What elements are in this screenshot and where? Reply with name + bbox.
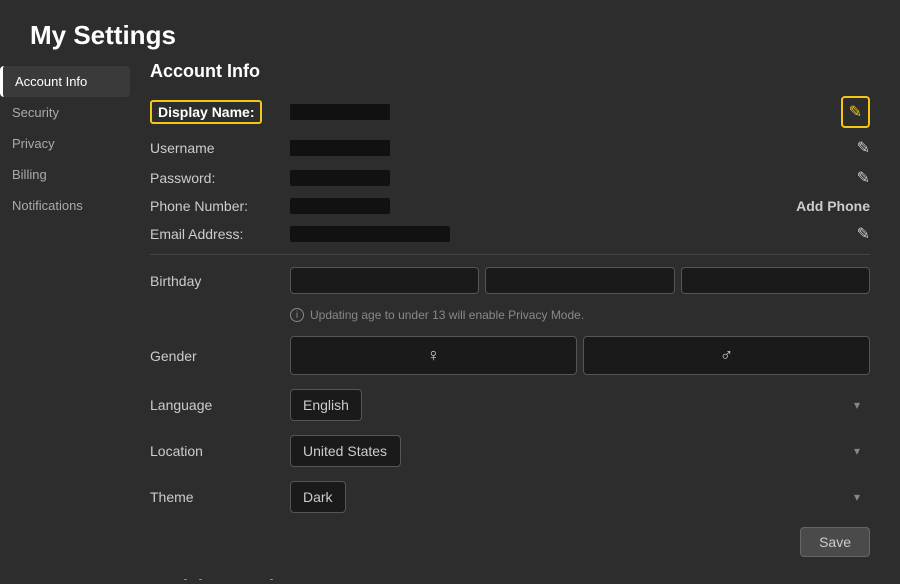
email-row: Email Address: ✎ (150, 224, 870, 244)
save-button[interactable]: Save (800, 527, 870, 557)
theme-dropdown-wrapper: Dark (290, 481, 870, 513)
birthday-day-select[interactable] (485, 267, 674, 294)
language-row: Language English (150, 389, 870, 421)
password-edit-icon[interactable]: ✎ (857, 168, 870, 188)
sidebar-item-notifications[interactable]: Notifications (0, 190, 130, 221)
gender-label: Gender (150, 348, 290, 364)
username-label: Username (150, 140, 290, 156)
username-value (290, 140, 390, 156)
email-value (290, 226, 450, 242)
birthday-month-select[interactable] (290, 267, 479, 294)
sidebar-item-account-info[interactable]: Account Info (0, 66, 130, 97)
phone-label: Phone Number: (150, 198, 290, 214)
privacy-note-text: Updating age to under 13 will enable Pri… (310, 308, 584, 322)
gender-buttons: ♀ ♂ (290, 336, 870, 375)
username-row: Username ✎ (150, 138, 870, 158)
password-row: Password: ✎ (150, 168, 870, 188)
location-label: Location (150, 443, 290, 459)
sidebar-label-billing: Billing (12, 167, 47, 182)
birthday-year-select[interactable] (681, 267, 870, 294)
email-label: Email Address: (150, 226, 290, 242)
location-row: Location United States (150, 435, 870, 467)
main-content: Account Info Display Name: ✎ Username ✎ … (130, 61, 900, 580)
sidebar-item-security[interactable]: Security (0, 97, 130, 128)
female-icon: ♂ (720, 345, 734, 365)
sidebar-label-security: Security (12, 105, 59, 120)
password-value (290, 170, 390, 186)
gender-male-button[interactable]: ♀ (290, 336, 577, 375)
male-icon: ♀ (427, 345, 441, 365)
sidebar-item-privacy[interactable]: Privacy (0, 128, 130, 159)
sidebar-label-notifications: Notifications (12, 198, 83, 213)
sidebar-label-account-info: Account Info (15, 74, 87, 89)
theme-row: Theme Dark (150, 481, 870, 513)
location-select[interactable]: United States (290, 435, 401, 467)
email-edit-icon[interactable]: ✎ (857, 224, 870, 244)
birthday-selects (290, 267, 870, 294)
display-name-label: Display Name: (150, 104, 290, 120)
sidebar-label-privacy: Privacy (12, 136, 55, 151)
theme-select[interactable]: Dark (290, 481, 346, 513)
phone-value (290, 198, 390, 214)
password-label: Password: (150, 170, 290, 186)
gender-row: Gender ♀ ♂ (150, 336, 870, 375)
birthday-row: Birthday (150, 267, 870, 294)
display-name-edit-icon[interactable]: ✎ (841, 96, 870, 128)
info-icon: i (290, 308, 304, 322)
location-dropdown-wrapper: United States (290, 435, 870, 467)
save-row: Save (150, 527, 870, 557)
theme-label: Theme (150, 489, 290, 505)
sidebar: Account Info Security Privacy Billing No… (0, 61, 130, 580)
add-phone-button[interactable]: Add Phone (796, 198, 870, 214)
gender-female-button[interactable]: ♂ (583, 336, 870, 375)
language-label: Language (150, 397, 290, 413)
phone-row: Phone Number: Add Phone (150, 198, 870, 214)
display-name-value (290, 104, 390, 120)
display-name-row: Display Name: ✎ (150, 96, 870, 128)
account-info-title: Account Info (150, 61, 870, 82)
language-select[interactable]: English (290, 389, 362, 421)
sidebar-item-billing[interactable]: Billing (0, 159, 130, 190)
divider-1 (150, 254, 870, 255)
social-networks-title: Social Networks (150, 577, 870, 580)
birthday-label: Birthday (150, 273, 290, 289)
language-dropdown-wrapper: English (290, 389, 870, 421)
username-edit-icon[interactable]: ✎ (857, 138, 870, 158)
page-title: My Settings (0, 0, 900, 61)
privacy-note: i Updating age to under 13 will enable P… (150, 308, 870, 322)
